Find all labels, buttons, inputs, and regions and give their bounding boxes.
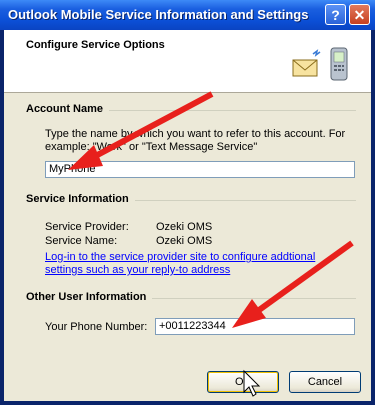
provider-site-link-line2[interactable]: settings such as your reply-to address: [45, 264, 230, 276]
user-section-title: Other User Information: [26, 291, 153, 303]
account-name-field[interactable]: MyPhone: [45, 161, 355, 178]
service-name-value: Ozeki OMS: [156, 235, 213, 247]
account-description-line1: Type the name by which you want to refer…: [45, 128, 346, 140]
mail-phone-icon: [292, 47, 348, 81]
cancel-button[interactable]: Cancel: [289, 371, 361, 393]
provider-site-link-line1[interactable]: Log-in to the service provider site to c…: [45, 251, 315, 263]
window-title: Outlook Mobile Service Information and S…: [8, 7, 309, 22]
phone-number-label: Your Phone Number:: [45, 321, 148, 333]
service-name-label: Service Name:: [45, 235, 118, 247]
help-button[interactable]: ?: [325, 4, 346, 25]
dialog-body: Configure Service Options Account Name T…: [4, 30, 371, 401]
ok-button[interactable]: OK: [207, 371, 279, 393]
header-title: Configure Service Options: [26, 39, 165, 51]
phone-number-field[interactable]: +0011223344: [155, 318, 355, 335]
service-section-title: Service Information: [26, 193, 135, 205]
close-button[interactable]: ✕: [349, 4, 370, 25]
title-bar[interactable]: Outlook Mobile Service Information and S…: [0, 0, 375, 30]
service-provider-value: Ozeki OMS: [156, 221, 213, 233]
service-provider-label: Service Provider:: [45, 221, 129, 233]
dialog-window: Outlook Mobile Service Information and S…: [0, 0, 375, 405]
account-section-title: Account Name: [26, 103, 110, 115]
dialog-header: Configure Service Options: [4, 30, 371, 93]
account-description-line2: example: "Work" or "Text Message Service…: [45, 141, 258, 153]
